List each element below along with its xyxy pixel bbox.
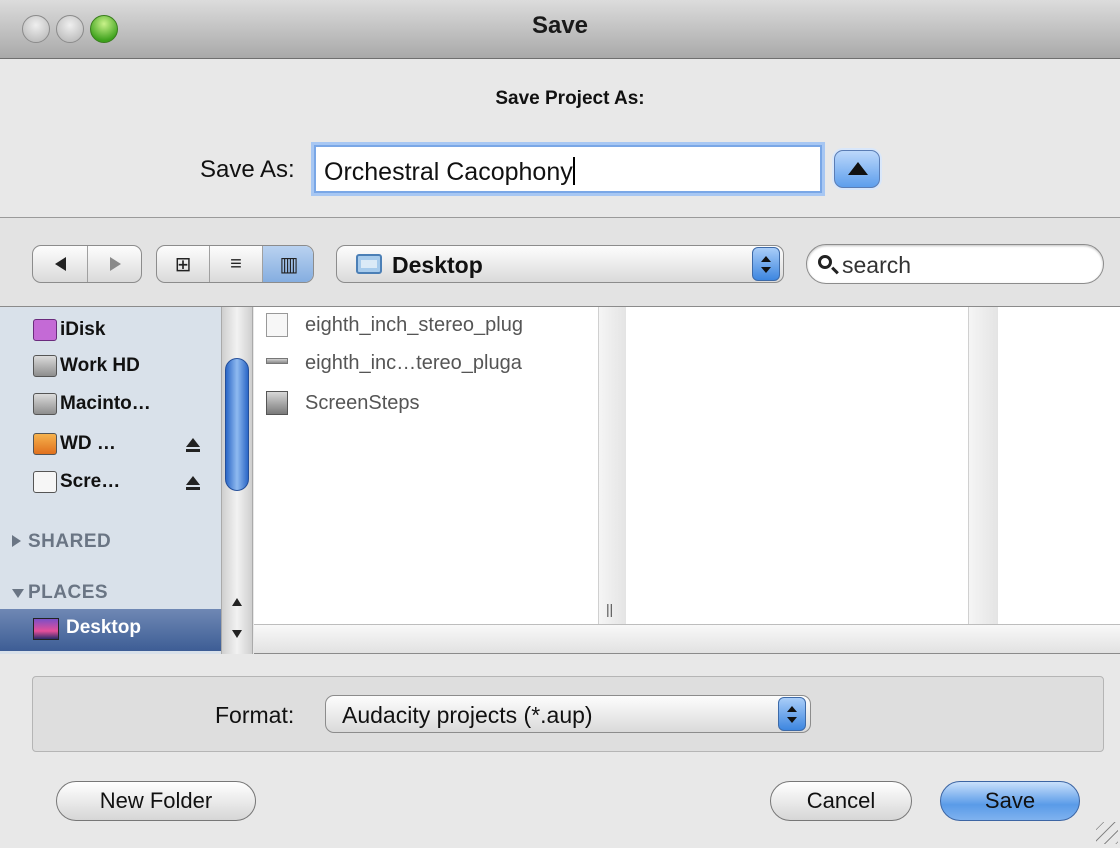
idisk-icon bbox=[33, 319, 57, 341]
external-drive-icon bbox=[33, 433, 57, 455]
hard-drive-icon bbox=[33, 355, 57, 377]
text-caret bbox=[572, 157, 575, 185]
icon-view-icon: ⊞ bbox=[174, 253, 192, 276]
disk-image-icon bbox=[33, 471, 57, 493]
dialog-heading: Save Project As: bbox=[495, 88, 645, 109]
location-label: Desktop bbox=[392, 252, 483, 278]
forward-button[interactable] bbox=[88, 246, 141, 282]
document-icon bbox=[266, 313, 288, 337]
triangle-up-icon bbox=[848, 162, 868, 175]
empty-column bbox=[626, 307, 968, 624]
column-view-icon: ▥ bbox=[279, 253, 299, 276]
chevron-up-icon bbox=[761, 256, 771, 262]
sidebar-section-places[interactable]: PLACES bbox=[28, 582, 108, 604]
search-placeholder: search bbox=[842, 252, 912, 278]
hard-drive-icon bbox=[33, 393, 57, 415]
cancel-button[interactable]: Cancel bbox=[770, 781, 912, 821]
format-label: Format: bbox=[215, 702, 295, 728]
column-resize-grip[interactable]: | | bbox=[606, 601, 613, 617]
scroll-down-arrow-icon[interactable] bbox=[232, 630, 242, 638]
desktop-icon bbox=[33, 618, 59, 640]
sidebar-item-screensteps-volume[interactable]: Scre… bbox=[60, 471, 120, 493]
format-popup-stepper[interactable] bbox=[778, 697, 806, 731]
back-forward-control bbox=[32, 245, 142, 283]
file-item[interactable]: ScreenSteps bbox=[305, 392, 420, 415]
back-arrow-icon bbox=[54, 257, 66, 271]
sidebar: iDisk Work HD Macinto… WD … Scre… SHARED… bbox=[0, 307, 221, 654]
list-view-icon: ≡ bbox=[230, 252, 242, 275]
scroll-up-arrow-icon[interactable] bbox=[232, 598, 242, 606]
sidebar-scroll-thumb[interactable] bbox=[225, 358, 249, 491]
chevron-up-icon bbox=[787, 706, 797, 712]
save-button[interactable]: Save bbox=[940, 781, 1080, 821]
view-mode-control: ⊞ ≡ ▥ bbox=[156, 245, 314, 283]
folder-icon bbox=[356, 254, 382, 274]
back-button[interactable] bbox=[33, 246, 87, 282]
icon-view-button[interactable]: ⊞ bbox=[157, 246, 209, 282]
sidebar-item-desktop-label: Desktop bbox=[66, 617, 141, 638]
sidebar-item-wd-drive[interactable]: WD … bbox=[60, 433, 116, 455]
sidebar-section-shared[interactable]: SHARED bbox=[28, 531, 111, 553]
column-divider[interactable] bbox=[598, 307, 626, 624]
chevron-down-icon bbox=[787, 717, 797, 723]
list-view-button[interactable]: ≡ bbox=[210, 246, 262, 282]
column-view-button[interactable]: ▥ bbox=[263, 246, 313, 282]
file-icon bbox=[266, 358, 288, 364]
save-as-input[interactable]: Orchestral Cacophony bbox=[314, 145, 822, 193]
save-as-label: Save As: bbox=[200, 156, 295, 183]
sidebar-item-work-hd[interactable]: Work HD bbox=[60, 355, 140, 377]
column-divider[interactable] bbox=[968, 307, 998, 624]
format-value: Audacity projects (*.aup) bbox=[342, 702, 593, 728]
horizontal-scrollbar[interactable] bbox=[254, 624, 1120, 654]
window-title: Save bbox=[531, 12, 589, 39]
disclosure-down-icon[interactable] bbox=[12, 589, 24, 598]
save-as-value: Orchestral Cacophony bbox=[324, 158, 573, 186]
eject-icon[interactable] bbox=[186, 476, 200, 490]
new-folder-button[interactable]: New Folder bbox=[56, 781, 256, 821]
file-item[interactable]: eighth_inc…tereo_pluga bbox=[305, 352, 522, 375]
sidebar-item-macintosh-hd[interactable]: Macinto… bbox=[60, 393, 151, 415]
resize-handle-icon[interactable] bbox=[1096, 822, 1118, 844]
forward-arrow-icon bbox=[109, 257, 121, 271]
collapse-dialog-button[interactable] bbox=[834, 150, 880, 188]
chevron-down-icon bbox=[761, 267, 771, 273]
save-header-area bbox=[0, 59, 1120, 218]
eject-icon[interactable] bbox=[186, 438, 200, 452]
file-item[interactable]: eighth_inch_stereo_plug bbox=[305, 314, 523, 337]
sidebar-item-idisk[interactable]: iDisk bbox=[60, 319, 105, 341]
app-icon bbox=[266, 391, 288, 415]
location-popup-stepper[interactable] bbox=[752, 247, 780, 281]
search-icon bbox=[818, 255, 832, 269]
empty-column bbox=[998, 307, 1120, 624]
disclosure-right-icon[interactable] bbox=[12, 535, 21, 547]
